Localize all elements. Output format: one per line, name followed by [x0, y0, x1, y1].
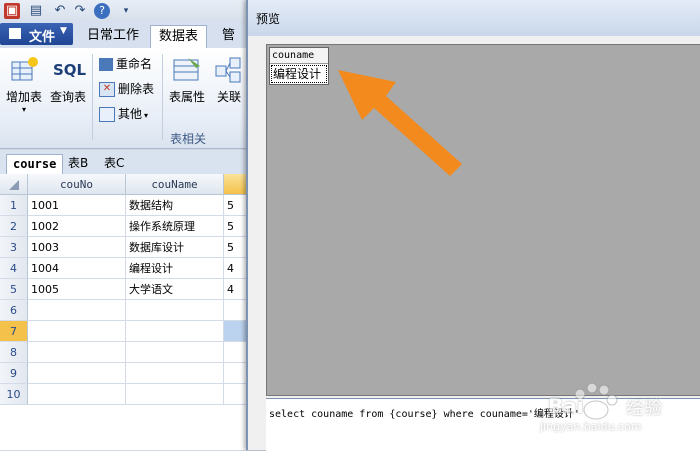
- table-cell[interactable]: [28, 384, 126, 405]
- arrow-shape: [338, 70, 462, 176]
- tab-table-b[interactable]: 表B: [62, 154, 94, 173]
- row-number[interactable]: 8: [0, 342, 28, 363]
- tab-data-table[interactable]: 数据表: [150, 25, 208, 49]
- dialog-title: 预览: [256, 12, 281, 26]
- rename-icon: [99, 58, 113, 71]
- table-properties-label: 表属性: [168, 90, 205, 104]
- table-cell[interactable]: 操作系统原理: [126, 216, 224, 237]
- relation-button[interactable]: 关联: [212, 56, 246, 105]
- row-number[interactable]: 1: [0, 195, 28, 216]
- table-cell[interactable]: [28, 363, 126, 384]
- add-table-button[interactable]: 增加表 ▾: [4, 56, 44, 114]
- ribbon-panel: 增加表 ▾ SQL 查询表 重命名 ✕ 删除表 其他 ▾ 表属性 关联 表相关: [0, 48, 250, 149]
- delete-icon: ✕: [99, 82, 115, 97]
- result-column-header[interactable]: couname: [270, 48, 328, 64]
- table-cell[interactable]: 大学语文: [126, 279, 224, 300]
- other-label: 其他: [118, 107, 143, 121]
- relation-label: 关联: [216, 90, 241, 104]
- sql-query-label: 查询表: [49, 90, 86, 104]
- table-cell[interactable]: [126, 321, 224, 342]
- ribbon-group-label: 表相关: [170, 132, 207, 146]
- table-cell[interactable]: 1004: [28, 258, 126, 279]
- qat-dropdown-icon[interactable]: ▾: [118, 3, 134, 19]
- table-cell[interactable]: [126, 384, 224, 405]
- file-menu-button[interactable]: 文件 ▼: [0, 23, 73, 45]
- quick-access-toolbar: ▣ ▤ ↶ ↷ ? ▾: [0, 0, 250, 22]
- data-grid: couNo couName 1 1001 数据结构 5 2 1002 操作系统原理 5 3 100…: [0, 174, 250, 450]
- row-number[interactable]: 3: [0, 237, 28, 258]
- table-cell[interactable]: [28, 342, 126, 363]
- tab-table-c[interactable]: 表C: [98, 154, 130, 173]
- table-properties-icon: [172, 56, 202, 84]
- table-cell[interactable]: 数据库设计: [126, 237, 224, 258]
- delete-table-label: 删除表: [118, 82, 155, 96]
- rename-label: 重命名: [116, 57, 153, 71]
- app-icon[interactable]: ▣: [4, 3, 20, 19]
- table-cell[interactable]: 1001: [28, 195, 126, 216]
- table-tabs: course 表B 表C: [0, 150, 250, 175]
- chevron-down-icon: ▾: [144, 111, 149, 120]
- row-number[interactable]: 9: [0, 363, 28, 384]
- tab-daily-work[interactable]: 日常工作: [79, 25, 147, 47]
- row-number[interactable]: 4: [0, 258, 28, 279]
- sql-text: select couname from {course} where couna…: [269, 409, 580, 420]
- table-icon: [99, 107, 115, 122]
- table-cell[interactable]: [28, 321, 126, 342]
- table-cell[interactable]: 数据结构: [126, 195, 224, 216]
- table-cell[interactable]: [126, 363, 224, 384]
- tab-manage[interactable]: 管理: [214, 25, 250, 65]
- file-menu-icon: [9, 28, 21, 39]
- chevron-down-icon: ▼: [60, 26, 67, 36]
- row-number[interactable]: 7: [0, 321, 28, 342]
- other-button[interactable]: 其他 ▾: [99, 104, 148, 124]
- chevron-down-icon: ▾: [21, 105, 26, 114]
- grid-corner[interactable]: [0, 174, 28, 195]
- delete-table-button[interactable]: ✕ 删除表: [99, 79, 154, 99]
- help-icon[interactable]: ?: [94, 3, 110, 19]
- result-table: couname 编程设计: [269, 47, 329, 85]
- watermark-text: 经验: [626, 398, 662, 419]
- watermark-brand: Bai: [548, 394, 584, 418]
- table-cell[interactable]: [126, 300, 224, 321]
- table-cell[interactable]: 1005: [28, 279, 126, 300]
- annotation-arrow: [338, 70, 462, 176]
- table-cell[interactable]: [126, 342, 224, 363]
- watermark-url: jingyan.baidu.com: [540, 420, 642, 433]
- add-table-icon: [9, 56, 39, 84]
- dialog-titlebar[interactable]: 预览: [248, 0, 700, 36]
- watermark-logo: Bai 经验 jingyan.baidu.com: [540, 372, 700, 442]
- table-cell[interactable]: 编程设计: [126, 258, 224, 279]
- ribbon-tabs: 文件 ▼ 日常工作 数据表 管理: [0, 22, 250, 65]
- file-menu-label: 文件: [29, 30, 56, 45]
- column-header-couname[interactable]: couName: [126, 174, 224, 195]
- row-number[interactable]: 2: [0, 216, 28, 237]
- undo-icon[interactable]: ↶: [52, 3, 68, 19]
- sql-icon: SQL: [53, 61, 87, 79]
- rename-button[interactable]: 重命名: [99, 54, 152, 74]
- divider: [92, 54, 93, 140]
- add-table-label: 增加表: [5, 90, 42, 104]
- tab-course[interactable]: course: [6, 154, 64, 174]
- column-header-couno[interactable]: couNo: [28, 174, 126, 195]
- result-cell[interactable]: 编程设计: [271, 65, 327, 83]
- redo-icon[interactable]: ↷: [72, 3, 88, 19]
- row-number[interactable]: 5: [0, 279, 28, 300]
- divider: [162, 54, 163, 140]
- table-cell[interactable]: 1002: [28, 216, 126, 237]
- row-number[interactable]: 10: [0, 384, 28, 405]
- table-cell[interactable]: 1003: [28, 237, 126, 258]
- save-icon[interactable]: ▤: [28, 3, 44, 19]
- row-number[interactable]: 6: [0, 300, 28, 321]
- relation-icon: [214, 56, 244, 84]
- table-cell[interactable]: [28, 300, 126, 321]
- sql-query-button[interactable]: SQL 查询表: [48, 56, 88, 105]
- table-properties-button[interactable]: 表属性: [166, 56, 208, 105]
